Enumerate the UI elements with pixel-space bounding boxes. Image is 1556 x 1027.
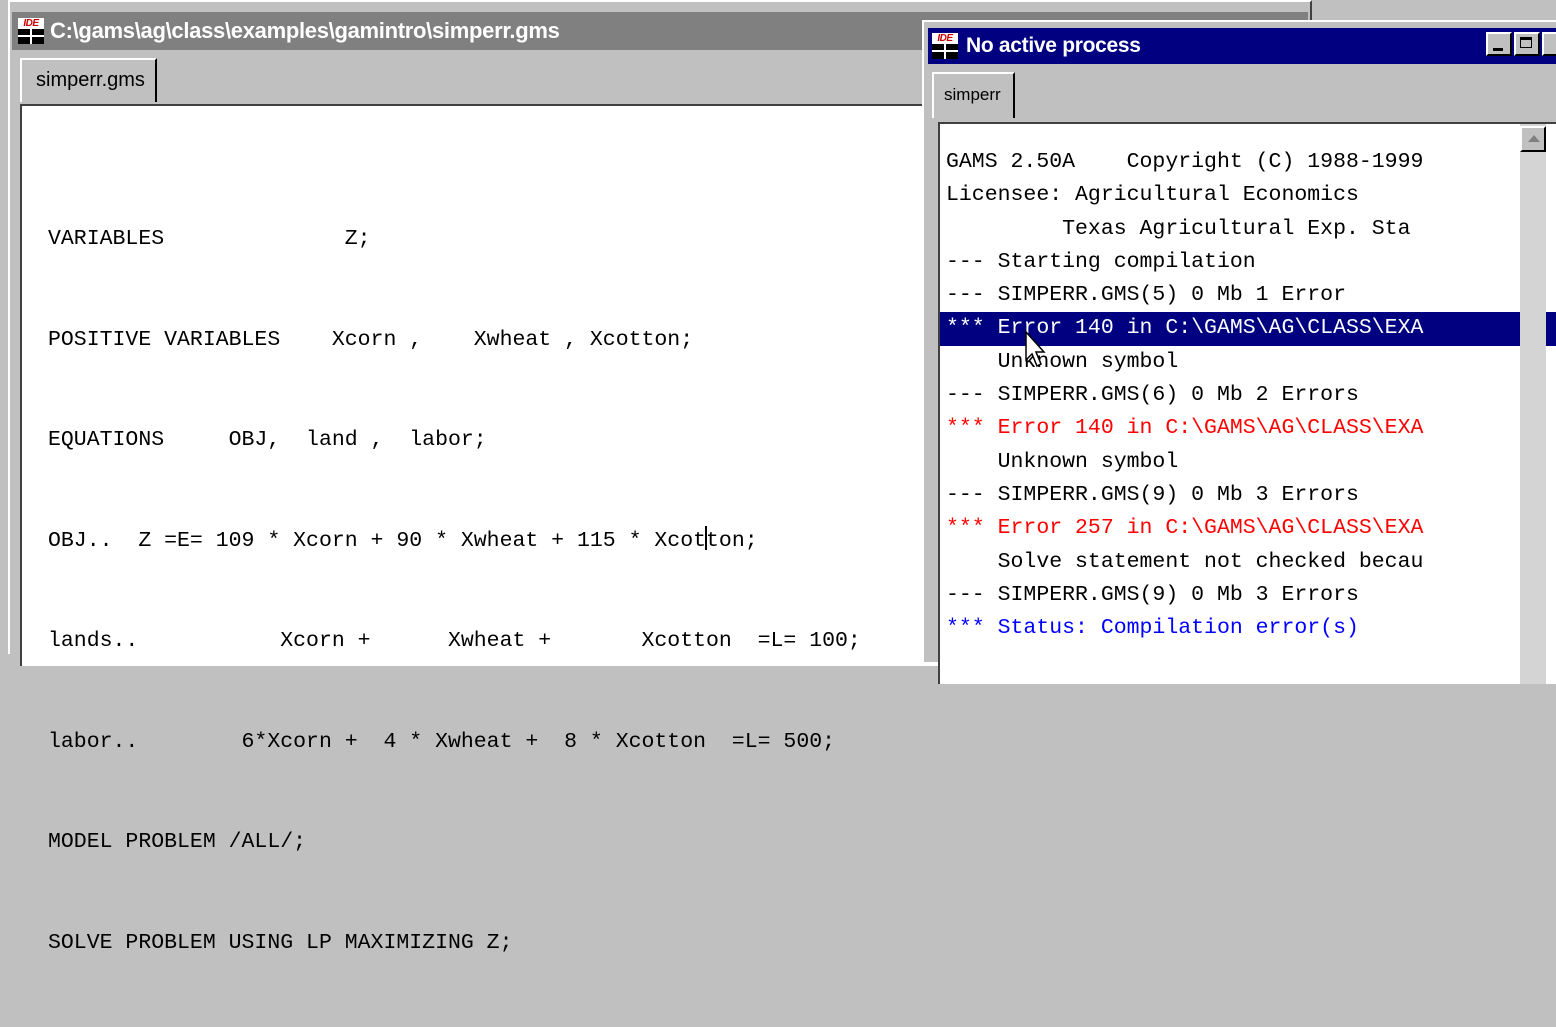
scroll-up-arrow-icon[interactable] — [1520, 126, 1546, 152]
tab-simperr[interactable]: simperr — [932, 72, 1015, 118]
ide-icon-label: IDE — [932, 33, 958, 44]
close-button[interactable] — [1542, 32, 1556, 56]
log-line[interactable]: --- SIMPERR.GMS(9) 0 Mb 3 Errors — [946, 479, 1556, 512]
maximize-button[interactable] — [1514, 32, 1540, 56]
log-line[interactable]: Solve statement not checked becau — [946, 546, 1556, 579]
log-line[interactable]: Unknown symbol — [946, 446, 1556, 479]
log-line[interactable]: --- SIMPERR.GMS(9) 0 Mb 3 Errors — [946, 579, 1556, 612]
log-line[interactable]: --- SIMPERR.GMS(6) 0 Mb 2 Errors — [946, 379, 1556, 412]
code-line-with-cursor: OBJ.. Z =E= 109 * Xcorn + 90 * Xwheat + … — [48, 525, 861, 559]
ide-icon[interactable]: IDE — [932, 33, 958, 59]
code-line-part: ton; — [706, 528, 758, 553]
ide-icon-label: IDE — [18, 18, 44, 29]
mouse-pointer-icon — [1025, 330, 1046, 368]
log-lines: GAMS 2.50A Copyright (C) 1988-1999 Licens… — [940, 146, 1556, 645]
log-line[interactable]: Licensee: Agricultural Economics — [946, 179, 1556, 212]
code-line: POSITIVE VARIABLES Xcorn , Xwheat , Xcot… — [48, 327, 694, 352]
code-line: SOLVE PROBLEM USING LP MAXIMIZING Z; — [48, 930, 513, 955]
maximize-icon — [1520, 37, 1532, 48]
tab-simperr-gms[interactable]: simperr.gms — [20, 58, 157, 102]
log-line[interactable]: *** Status: Compilation error(s) — [946, 612, 1556, 645]
code-line: VARIABLES Z; — [48, 227, 371, 251]
process-title-bar[interactable]: IDE No active process — [928, 28, 1556, 64]
log-line[interactable]: --- SIMPERR.GMS(5) 0 Mb 1 Error — [946, 279, 1556, 312]
minimize-button[interactable] — [1486, 32, 1512, 56]
ide-icon[interactable]: IDE — [18, 18, 44, 44]
editor-title: C:\gams\ag\class\examples\gamintro\simpe… — [50, 18, 560, 43]
process-log[interactable]: GAMS 2.50A Copyright (C) 1988-1999 Licens… — [938, 122, 1556, 684]
log-line[interactable]: GAMS 2.50A Copyright (C) 1988-1999 — [946, 146, 1556, 179]
code-lines: VARIABLES Z; POSITIVE VARIABLES Xcorn , … — [48, 156, 861, 1027]
log-line[interactable]: *** Error 257 in C:\GAMS\AG\CLASS\EXA — [946, 512, 1556, 545]
vertical-scrollbar[interactable] — [1520, 124, 1546, 684]
process-tab-strip: simperr — [924, 66, 1556, 122]
code-line-part: OBJ.. Z =E= 109 * Xcorn + 90 * Xwheat + … — [48, 528, 707, 553]
code-line: EQUATIONS OBJ, land , labor; — [48, 428, 487, 452]
minimize-icon — [1493, 48, 1503, 51]
window-controls — [1486, 32, 1556, 56]
process-window: IDE No active process simperr GAMS 2.50A… — [922, 20, 1556, 684]
log-line[interactable]: *** Error 140 in C:\GAMS\AG\CLASS\EXA — [946, 412, 1556, 445]
process-title: No active process — [966, 34, 1141, 57]
log-line[interactable]: Texas Agricultural Exp. Sta — [946, 213, 1556, 246]
code-line: labor.. 6*Xcorn + 4 * Xwheat + 8 * Xcott… — [48, 729, 836, 754]
code-line: MODEL PROBLEM /ALL/; — [48, 830, 307, 854]
log-line[interactable]: --- Starting compilation — [946, 246, 1556, 279]
code-line: lands.. Xcorn + Xwheat + Xcotton =L= 100… — [48, 629, 861, 653]
